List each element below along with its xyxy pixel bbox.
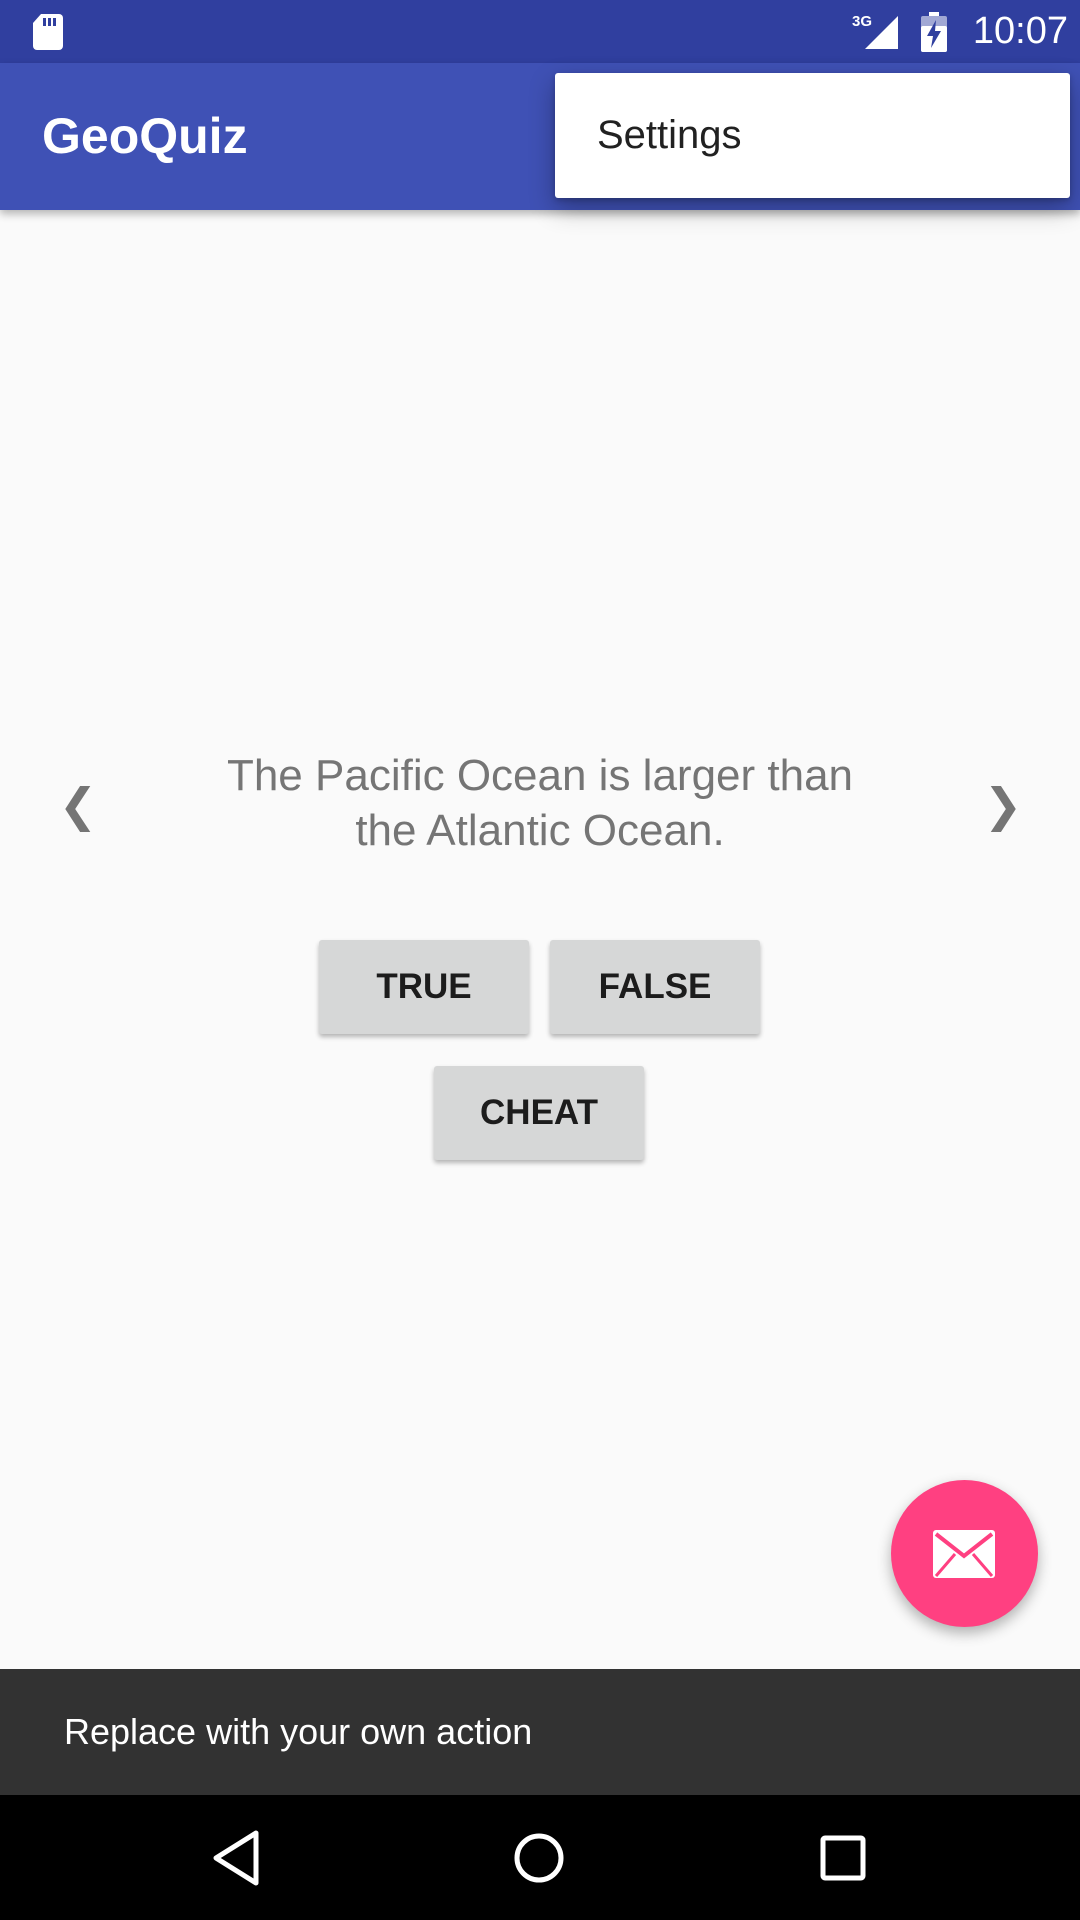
overflow-menu: Settings xyxy=(555,73,1070,198)
back-icon[interactable] xyxy=(204,1825,270,1891)
email-fab[interactable] xyxy=(891,1480,1038,1627)
home-icon[interactable] xyxy=(506,1825,572,1891)
navigation-bar xyxy=(0,1795,1080,1920)
status-bar: 3G 10:07 xyxy=(0,0,1080,63)
menu-item-settings[interactable]: Settings xyxy=(555,73,1070,198)
sd-card-icon xyxy=(33,14,63,50)
question-text: The Pacific Ocean is larger than the Atl… xyxy=(226,751,854,855)
cheat-button[interactable]: CHEAT xyxy=(434,1066,644,1160)
recents-icon[interactable] xyxy=(810,1825,876,1891)
network-type-label: 3G xyxy=(852,13,872,30)
menu-item-label: Settings xyxy=(597,113,742,157)
app-title: GeoQuiz xyxy=(42,108,248,164)
prev-question-button[interactable]: ❮ xyxy=(48,770,108,840)
next-question-button[interactable]: ❯ xyxy=(973,770,1033,840)
true-button[interactable]: TRUE xyxy=(319,940,529,1034)
email-icon xyxy=(933,1530,995,1578)
snackbar-message: Replace with your own action xyxy=(64,1711,533,1752)
cell-signal-icon: 3G xyxy=(852,13,898,49)
snackbar: Replace with your own action xyxy=(0,1669,1080,1795)
status-clock: 10:07 xyxy=(972,10,1068,52)
false-button[interactable]: FALSE xyxy=(550,940,760,1034)
battery-charging-icon xyxy=(921,12,947,52)
